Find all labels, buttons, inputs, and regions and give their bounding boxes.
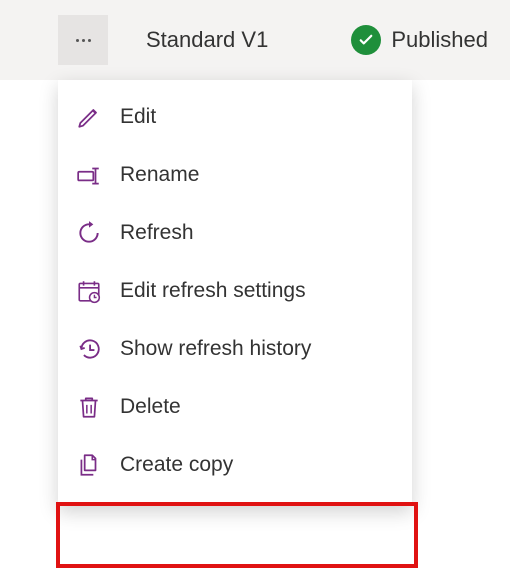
menu-item-create-copy[interactable]: Create copy — [58, 436, 412, 494]
menu-item-edit[interactable]: Edit — [58, 88, 412, 146]
create-copy-icon — [76, 452, 102, 478]
menu-item-refresh-settings[interactable]: Edit refresh settings — [58, 262, 412, 320]
status-badge: Published — [351, 25, 488, 55]
menu-item-label: Create copy — [120, 453, 233, 477]
rename-icon — [76, 162, 102, 188]
menu-item-refresh[interactable]: Refresh — [58, 204, 412, 262]
menu-item-refresh-history[interactable]: Show refresh history — [58, 320, 412, 378]
toolbar: Standard V1 Published — [0, 0, 510, 80]
highlight-annotation — [56, 502, 418, 568]
menu-item-label: Refresh — [120, 221, 194, 245]
menu-item-delete[interactable]: Delete — [58, 378, 412, 436]
checkmark-icon — [351, 25, 381, 55]
more-icon — [76, 39, 91, 42]
refresh-settings-icon — [76, 278, 102, 304]
refresh-icon — [76, 220, 102, 246]
page-title: Standard V1 — [146, 27, 268, 53]
menu-item-label: Edit refresh settings — [120, 279, 306, 303]
refresh-history-icon — [76, 336, 102, 362]
menu-item-label: Show refresh history — [120, 337, 311, 361]
menu-item-label: Edit — [120, 105, 156, 129]
delete-icon — [76, 394, 102, 420]
status-label: Published — [391, 27, 488, 53]
more-options-button[interactable] — [58, 15, 108, 65]
edit-icon — [76, 104, 102, 130]
menu-item-rename[interactable]: Rename — [58, 146, 412, 204]
menu-item-label: Rename — [120, 163, 199, 187]
menu-item-label: Delete — [120, 395, 181, 419]
context-menu: Edit Rename Refresh Edi — [58, 80, 412, 506]
